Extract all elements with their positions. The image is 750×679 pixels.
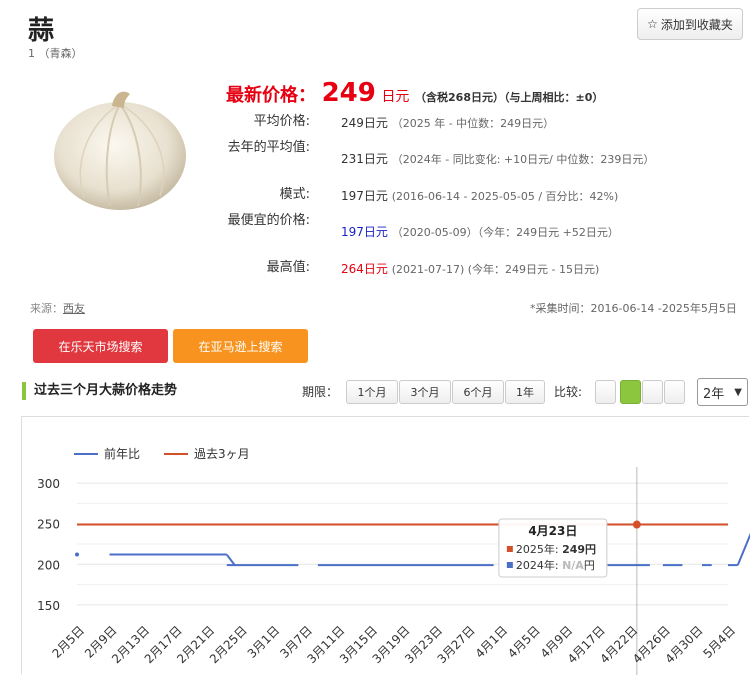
period-1-month-button[interactable]: 1个月	[346, 380, 398, 404]
series-blue-step	[225, 553, 236, 566]
rakuten-search-button[interactable]: 在乐天市场搜索	[33, 329, 168, 363]
tooltip-row-2025: 2025年: 249円	[516, 542, 596, 556]
x-tick-label: 4月5日	[505, 623, 543, 661]
latest-price-label: 最新价格：	[226, 85, 316, 106]
average-price-value: 249日元	[341, 116, 388, 130]
compare-option-4[interactable]	[664, 380, 685, 404]
range-select-value: 2年	[703, 386, 725, 402]
last-year-average-value: 231日元	[341, 152, 388, 166]
compare-option-2[interactable]	[620, 380, 641, 404]
tooltip-row-2024: 2024年: N/A円	[516, 558, 595, 572]
x-tick-label: 4月1日	[473, 623, 511, 661]
tooltip-row-2024-value: N/A	[562, 559, 584, 572]
latest-price: 最新价格： 249 日元 （含税268日元）（与上周相比：±0）	[226, 78, 603, 108]
source-link[interactable]: 西友	[63, 302, 85, 315]
last-year-note-a: （2024年 - 同比变化:	[391, 153, 504, 166]
garlic-image	[54, 91, 186, 210]
mode-note: (2016-06-14 - 2025-05-05 / 百分比：42%)	[391, 190, 619, 203]
cheapest-price-label: 最便宜的价格:	[227, 213, 310, 228]
period-3-month-button[interactable]: 3个月	[399, 380, 451, 404]
series-blue-point	[75, 552, 79, 557]
y-tick-label: 150	[37, 599, 60, 613]
y-tick-label: 250	[37, 518, 60, 532]
last-year-note-b: / 中位数：239日元）	[549, 153, 655, 166]
period-6-month-button[interactable]: 6个月	[452, 380, 504, 404]
mode-value: 197日元	[341, 189, 388, 203]
tooltip-swatch-2024	[506, 562, 513, 568]
period-label: 期限：	[302, 385, 339, 399]
add-favorite-button[interactable]: ☆ 添加到收藏夹	[637, 8, 743, 40]
range-select[interactable]: 2年 ▼	[697, 378, 748, 406]
cheapest-price-value: 197日元	[341, 225, 388, 239]
latest-price-unit: 日元	[381, 89, 410, 105]
compare-option-1[interactable]	[595, 380, 616, 404]
highest-note-a: (2021-07-17) (今年：249日元 -	[391, 263, 559, 276]
last-year-change: +10日元	[503, 153, 550, 166]
last-year-average-row: 231日元 （2024年 - 同比变化: +10日元/ 中位数：239日元）	[341, 150, 654, 167]
average-price-row: 249日元 （2025 年 - 中位数：249日元）	[341, 114, 554, 131]
x-tick-label: 2月5日	[49, 623, 87, 661]
cheapest-price-row: 197日元 （2020-05-09）（今年：249日元 +52日元）	[341, 223, 619, 240]
highest-note-b: )	[595, 263, 600, 276]
average-price-label: 平均价格:	[253, 114, 310, 129]
product-title: 蒜	[28, 16, 55, 46]
cheapest-note-b: ）	[607, 226, 619, 239]
amazon-search-button[interactable]: 在亚马逊上搜索	[173, 329, 308, 363]
star-icon: ☆	[647, 17, 658, 31]
chart-container: 前年比 過去3ヶ月 150 200 250 300 2月5日 2月9日 2月13日 2月17日 2月…	[21, 416, 750, 675]
highest-diff: 15日元	[559, 263, 595, 276]
tooltip-row-2024-unit: 円	[584, 559, 595, 572]
mode-row: 197日元 (2016-06-14 - 2025-05-05 / 百分比：42%…	[341, 187, 618, 204]
series-blue-segment	[736, 533, 750, 566]
y-tick-label: 300	[37, 477, 60, 491]
y-tick-label: 200	[37, 558, 60, 572]
add-favorite-label: 添加到收藏夹	[660, 17, 733, 32]
last-year-average-label: 去年的平均值:	[227, 140, 310, 155]
tooltip-swatch-2025	[506, 546, 513, 552]
cheapest-diff: +52日元	[562, 226, 608, 239]
latest-price-tax-note: （含税268日元）（与上周相比：±0）	[415, 91, 604, 104]
highest-price-value: 264日元	[341, 262, 388, 276]
x-tick-label: 3月1日	[245, 623, 283, 661]
tooltip-title: 4月23日	[528, 524, 577, 538]
compare-label: 比较:	[554, 385, 583, 399]
series-red-marker	[632, 520, 641, 529]
tooltip-row-2025-value: 249円	[562, 543, 596, 556]
source-line: 来源：西友	[30, 300, 85, 316]
latest-price-value: 249	[321, 78, 376, 108]
period-1-year-button[interactable]: 1年	[505, 380, 545, 404]
legend-label: 過去3ヶ月	[194, 447, 250, 461]
chevron-down-icon: ▼	[734, 386, 742, 398]
x-tick-label: 5月4日	[700, 623, 738, 661]
highest-price-label: 最高值:	[266, 260, 310, 275]
price-trend-chart[interactable]: 前年比 過去3ヶ月1502002503002月5日2月9日2月13日2月17日2月…	[22, 417, 750, 675]
product-subtitle: 1 （青森）	[28, 47, 83, 60]
tooltip-row-2025-label: 2025年:	[516, 542, 562, 556]
cheapest-note-a: （2020-05-09）（今年：249日元	[391, 226, 563, 239]
highest-price-row: 264日元 (2021-07-17) (今年：249日元 - 15日元)	[341, 260, 599, 277]
compare-option-3[interactable]	[642, 380, 663, 404]
source-label: 来源：	[30, 302, 63, 315]
mode-label: 模式:	[279, 187, 310, 202]
trend-title: 过去三个月大蒜价格走势	[22, 382, 177, 400]
tooltip-row-2024-label: 2024年:	[516, 558, 562, 572]
legend-label: 前年比	[104, 446, 140, 461]
average-price-note: （2025 年 - 中位数：249日元）	[391, 117, 555, 130]
collection-period: *采集时间：2016-06-14 -2025年5月5日	[530, 302, 737, 315]
